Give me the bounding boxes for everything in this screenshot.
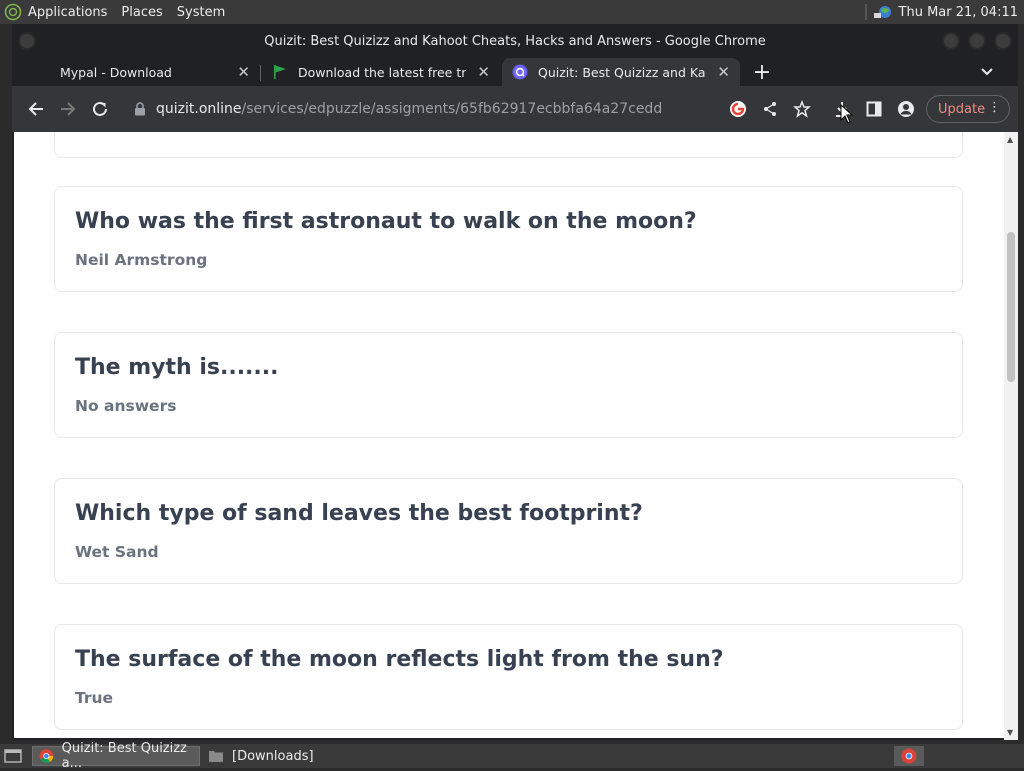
clock[interactable]: Thu Mar 21, 04:11: [899, 5, 1018, 20]
window-titlebar[interactable]: Quizit: Best Quizizz and Kahoot Cheats, …: [12, 24, 1018, 58]
tab-quizit[interactable]: Quizit: Best Quizizz and Kahoot ✕: [502, 58, 740, 86]
folder-icon: [209, 751, 223, 762]
close-icon[interactable]: ✕: [717, 63, 730, 81]
mouse-cursor-icon: [840, 104, 854, 124]
applications-menu[interactable]: Applications: [28, 5, 107, 20]
share-icon[interactable]: [758, 97, 782, 121]
taskbar-item-downloads[interactable]: [Downloads]: [202, 746, 352, 766]
tab-mypal[interactable]: Mypal - Download ✕: [22, 58, 261, 86]
browser-window: Quizit: Best Quizizz and Kahoot Cheats, …: [12, 24, 1018, 740]
tab-label: Quizit: Best Quizizz and Kahoot: [538, 64, 706, 80]
side-panel-icon[interactable]: [862, 97, 886, 121]
update-button[interactable]: Update ⋮: [926, 95, 1010, 123]
close-icon[interactable]: ✕: [477, 63, 490, 81]
question-text: The surface of the moon reflects light f…: [75, 647, 724, 672]
close-window-button[interactable]: [994, 32, 1012, 50]
minimize-button[interactable]: [942, 32, 960, 50]
taskbar-item-label: [Downloads]: [232, 748, 314, 764]
blank-page-icon: [34, 64, 50, 80]
url-domain: quizit.online: [156, 101, 242, 117]
tab-label: Mypal - Download: [60, 64, 172, 80]
tab-download-trial[interactable]: Download the latest free trial ✕: [262, 58, 500, 86]
question-card: The surface of the moon reflects light f…: [54, 624, 963, 730]
question-card: Who was the first astronaut to walk on t…: [54, 186, 963, 292]
kebab-menu-icon[interactable]: ⋮: [988, 100, 1001, 115]
places-menu[interactable]: Places: [121, 5, 162, 20]
bookmark-star-icon[interactable]: [790, 97, 814, 121]
question-text: Which type of sand leaves the best footp…: [75, 501, 643, 526]
green-flag-icon: [272, 64, 288, 80]
maximize-button[interactable]: [968, 32, 986, 50]
scroll-thumb[interactable]: [1007, 232, 1015, 382]
question-card: Which type of sand leaves the best footp…: [54, 478, 963, 584]
chrome-icon: [39, 749, 54, 763]
reload-button[interactable]: [88, 97, 112, 121]
forward-button[interactable]: [56, 97, 80, 121]
question-text: Who was the first astronaut to walk on t…: [75, 209, 697, 234]
url-path: /services/edpuzzle/assigments/65fb62917e…: [241, 101, 663, 117]
question-card: The myth is....... No answers: [54, 332, 963, 438]
previous-question-card: [54, 132, 963, 158]
profile-avatar-icon[interactable]: [894, 97, 918, 121]
answer-text: Wet Sand: [75, 543, 159, 561]
answer-text: No answers: [75, 397, 177, 415]
taskbar-item-chrome[interactable]: Quizit: Best Quizizz a...: [32, 741, 200, 771]
quizit-logo-icon: [512, 64, 528, 80]
taskbar-item-label: Quizit: Best Quizizz a...: [61, 741, 187, 771]
tab-label: Download the latest free trial: [298, 64, 466, 80]
show-desktop-icon[interactable]: [2, 746, 24, 766]
page-scrollbar[interactable]: ▲ ▼: [1004, 132, 1018, 740]
window-menu-button[interactable]: [18, 32, 36, 50]
scroll-down-arrow-icon[interactable]: ▼: [1007, 728, 1013, 737]
answer-text: Neil Armstrong: [75, 251, 208, 269]
page-content: Who was the first astronaut to walk on t…: [14, 132, 1004, 738]
system-menu[interactable]: System: [177, 5, 225, 20]
window-title: Quizit: Best Quizizz and Kahoot Cheats, …: [264, 33, 766, 49]
tab-search-chevron-icon[interactable]: [975, 60, 999, 84]
google-account-icon[interactable]: [726, 97, 750, 121]
top-panel: Applications Places System Thu Mar 21, 0…: [0, 0, 1024, 24]
answer-text: True: [75, 689, 114, 707]
tab-strip: Mypal - Download ✕ Download the latest f…: [12, 58, 1018, 86]
distro-logo-icon[interactable]: [4, 3, 22, 21]
close-icon[interactable]: ✕: [237, 63, 250, 81]
bottom-taskbar: Quizit: Best Quizizz a... [Downloads]: [0, 741, 1024, 771]
address-bar[interactable]: quizit.online/services/edpuzzle/assigmen…: [122, 95, 712, 123]
network-icon[interactable]: [873, 4, 893, 20]
panel-separator: [864, 4, 867, 20]
update-label: Update: [938, 101, 986, 117]
browser-toolbar: quizit.online/services/edpuzzle/assigmen…: [12, 86, 1018, 132]
lock-icon[interactable]: [132, 102, 148, 116]
new-tab-button[interactable]: +: [750, 60, 774, 85]
scroll-up-arrow-icon[interactable]: ▲: [1007, 135, 1013, 144]
tab-separator: [260, 65, 261, 81]
back-button[interactable]: [24, 97, 48, 121]
workspace-switcher-icon[interactable]: [894, 746, 924, 766]
question-text: The myth is.......: [75, 355, 279, 380]
